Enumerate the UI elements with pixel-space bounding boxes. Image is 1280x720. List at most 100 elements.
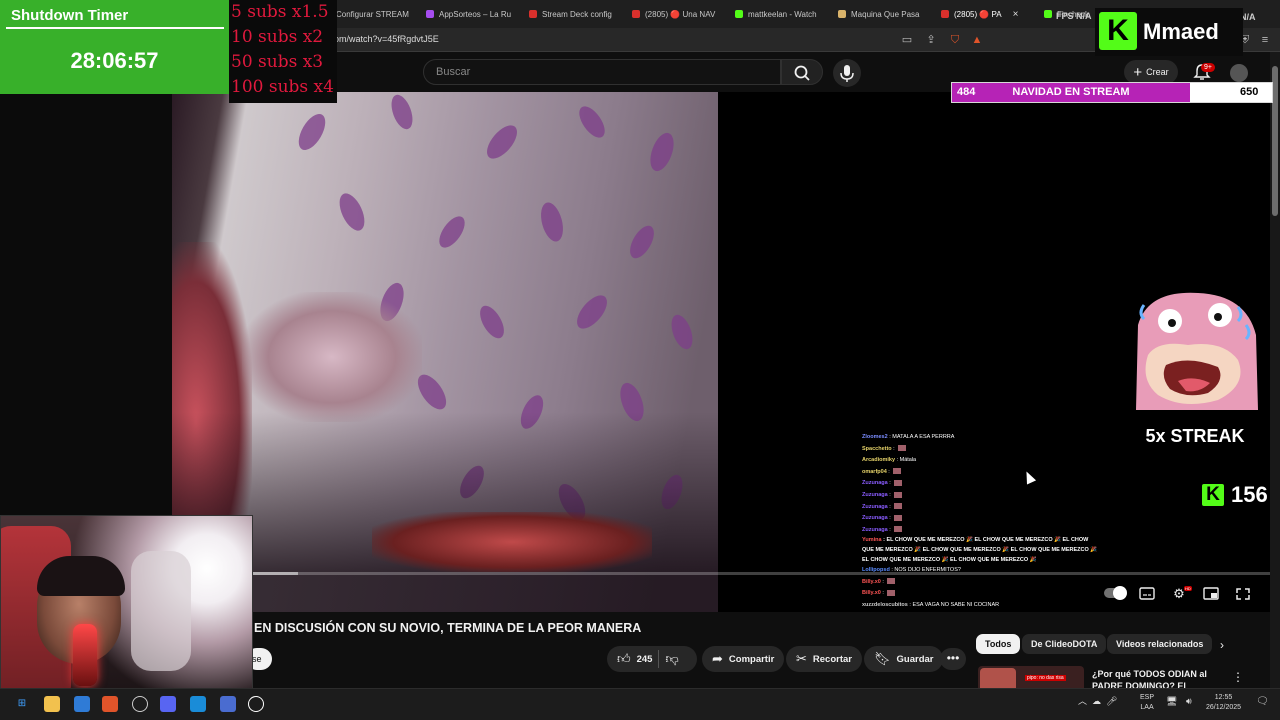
chat-separator: : (887, 480, 893, 487)
url-text[interactable]: om/watch?v=45fRgdvtJ5E (334, 34, 439, 44)
cloud-icon[interactable]: ☁ (1092, 696, 1101, 706)
tray-chevron-icon[interactable]: ︿ (1078, 696, 1087, 706)
app-icon[interactable] (220, 696, 236, 712)
tab-favicon-icon (529, 10, 537, 18)
volume-icon[interactable]: 🔊︎ (1186, 696, 1192, 707)
discord-icon[interactable] (160, 696, 176, 712)
more-actions-button[interactable]: ••• (940, 648, 966, 670)
plush-toy (242, 292, 422, 422)
filter-chip[interactable]: Videos relacionados (1107, 634, 1213, 654)
telegram-icon[interactable] (190, 696, 206, 712)
subtitles-button[interactable] (1136, 585, 1158, 603)
chat-username: Yumina (862, 537, 882, 544)
tab-favicon-icon (735, 10, 743, 18)
microphone-light (73, 624, 97, 686)
chat-emote-icon (894, 514, 903, 521)
tab-label: AppSorteos – La Ru (439, 9, 512, 19)
windows-start-icon[interactable]: ⊞ (14, 696, 30, 712)
share-button[interactable]: ➦ Compartir (702, 646, 785, 672)
share-icon[interactable]: ⇪ (924, 33, 938, 47)
subs-multiplier-list: 5 subs x1.5 10 subs x2 50 subs x3 100 subs … (229, 0, 337, 103)
miniplayer-icon (1203, 587, 1219, 600)
shutdown-timer-divider (6, 27, 224, 29)
steam-icon[interactable] (248, 696, 264, 712)
brave-rewards-icon[interactable]: ▲ (970, 33, 984, 47)
tab-close-icon[interactable]: × (1013, 9, 1019, 20)
language-indicator[interactable]: ESP LAA (1140, 693, 1154, 713)
tab-label: (2805) 🔴 PA (954, 9, 1002, 19)
chat-username: Lollipopsd (862, 567, 890, 574)
notification-center-icon[interactable]: 🗨︎ (1256, 696, 1269, 707)
like-dislike-group: 👍︎ 245 👎︎ (607, 646, 697, 672)
file-explorer-icon[interactable] (44, 696, 60, 712)
chat-emote-icon (887, 578, 896, 585)
brave-shield-icon[interactable]: ⛉ (948, 33, 962, 47)
chat-message: Zuzunaga : (862, 525, 1098, 537)
dislike-icon[interactable]: 👎︎ (665, 651, 678, 667)
account-avatar[interactable] (1230, 64, 1248, 82)
chat-text: Mátala (899, 457, 917, 464)
chips-next-icon[interactable]: › (1220, 638, 1224, 652)
save-button[interactable]: 🔖︎ Guardar (864, 646, 944, 672)
chat-username: Arcadiomiky (862, 457, 896, 464)
chat-separator: : (880, 590, 886, 597)
bookmark-icon: 🔖︎ (874, 651, 891, 666)
network-icon[interactable]: 🖥︎ (1166, 696, 1177, 707)
streak-label: 5x STREAK (1145, 426, 1245, 446)
brave-browser-icon[interactable] (102, 696, 118, 712)
autoplay-toggle[interactable] (1104, 586, 1127, 600)
like-separator (658, 650, 660, 668)
clock-date: 26/12/2025 (1206, 704, 1242, 711)
save-label: Guardar (896, 653, 934, 665)
browser-tab[interactable]: Stream Deck config (529, 4, 617, 24)
chat-separator: : (891, 445, 897, 452)
chat-message: Zloomes2 : MATALA A ESA PERRRA (862, 432, 1098, 444)
video-progress-bar[interactable] (172, 572, 1270, 575)
scissors-icon: ✂ (796, 651, 807, 666)
chat-message: Zuzunaga : (862, 490, 1098, 502)
chat-separator: : (886, 468, 892, 475)
clip-button[interactable]: ✂ Recortar (786, 646, 862, 672)
browser-tab[interactable]: Maquina Que Pasa (838, 4, 926, 24)
webcam-overlay (0, 515, 253, 705)
search-icon (794, 65, 810, 81)
chat-emote-icon (894, 526, 903, 533)
system-tray[interactable]: ︿ ☁ 🎤︎ (1078, 694, 1117, 707)
search-box[interactable] (423, 59, 781, 85)
clip-label: Recortar (812, 653, 852, 665)
chat-message: omarfp04 : (862, 467, 1098, 479)
search-input[interactable] (424, 60, 780, 84)
search-button[interactable] (781, 59, 823, 85)
goal-title: NAVIDAD EN STREAM (1012, 86, 1130, 98)
create-button[interactable]: + Crear (1124, 60, 1178, 84)
mic-tray-icon[interactable]: 🎤︎ (1106, 696, 1117, 706)
browser-tab[interactable]: mattkeelan - Watch (735, 4, 823, 24)
like-icon[interactable]: 👍︎ (617, 651, 631, 667)
browser-menu-icon[interactable]: ≡ (1258, 33, 1272, 47)
chat-text: ESA VAGA NO SABE NI COCINAR (912, 601, 1000, 608)
like-count[interactable]: 245 (637, 654, 653, 665)
chat-separator: : (880, 578, 886, 585)
tab-favicon-icon (426, 10, 434, 18)
chat-separator: : (887, 526, 893, 533)
chat-username: Zuzunaga (862, 491, 888, 498)
browser-tab[interactable]: AppSorteos – La Ru (426, 4, 514, 24)
filter-chip[interactable]: De ClideoDOTA (1022, 634, 1107, 654)
miniplayer-button[interactable] (1200, 585, 1222, 603)
captions-icon (1139, 587, 1155, 600)
mail-icon[interactable] (74, 696, 90, 712)
cast-icon[interactable]: ▭ (900, 33, 914, 47)
obs-icon[interactable] (132, 696, 148, 712)
taskbar-clock[interactable]: 12:55 26/12/2025 (1206, 693, 1241, 713)
browser-tab[interactable]: (2805) 🔴 Una NAV (632, 4, 720, 24)
video-frame[interactable] (172, 92, 718, 612)
voice-search-button[interactable] (833, 59, 861, 87)
shutdown-timer-value: 28:06:57 (70, 48, 159, 73)
chat-message: Zuzunaga : (862, 478, 1098, 490)
tab-label: mattkeelan - Watch (748, 9, 817, 19)
filter-chip[interactable]: Todos (976, 634, 1021, 654)
related-video-menu-icon[interactable]: ⋮ (1232, 670, 1244, 684)
fullscreen-button[interactable] (1232, 585, 1254, 603)
subs-multiplier-item: 5 subs x1.5 (231, 2, 329, 22)
browser-tab[interactable]: (2805) 🔴 PA × (941, 4, 1021, 24)
